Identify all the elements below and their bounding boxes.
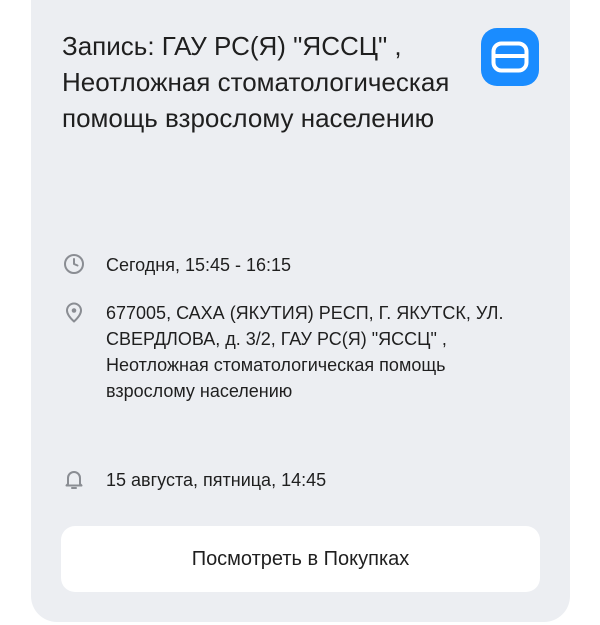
- bell-icon: [62, 467, 86, 491]
- appointment-card: Запись: ГАУ РС(Я) "ЯССЦ" , Неотложная ст…: [31, 0, 570, 622]
- view-in-purchases-button[interactable]: Посмотреть в Покупках: [61, 526, 540, 592]
- appointment-time: Сегодня, 15:45 - 16:15: [106, 255, 292, 275]
- wallet-card-glyph: [491, 41, 529, 73]
- time-row: Сегодня, 15:45 - 16:15: [62, 252, 532, 278]
- wallet-card-icon[interactable]: [481, 28, 539, 86]
- clock-icon: [62, 252, 86, 276]
- appointment-title: Запись: ГАУ РС(Я) "ЯССЦ" , Неотложная ст…: [62, 31, 450, 133]
- location-pin-icon: [62, 300, 86, 324]
- reminder-row: 15 августа, пятница, 14:45: [62, 467, 532, 493]
- reminder-time: 15 августа, пятница, 14:45: [106, 470, 327, 490]
- address-row: 677005, САХА (ЯКУТИЯ) РЕСП, Г. ЯКУТСК, У…: [62, 300, 532, 404]
- appointment-address: 677005, САХА (ЯКУТИЯ) РЕСП, Г. ЯКУТСК, У…: [106, 303, 504, 401]
